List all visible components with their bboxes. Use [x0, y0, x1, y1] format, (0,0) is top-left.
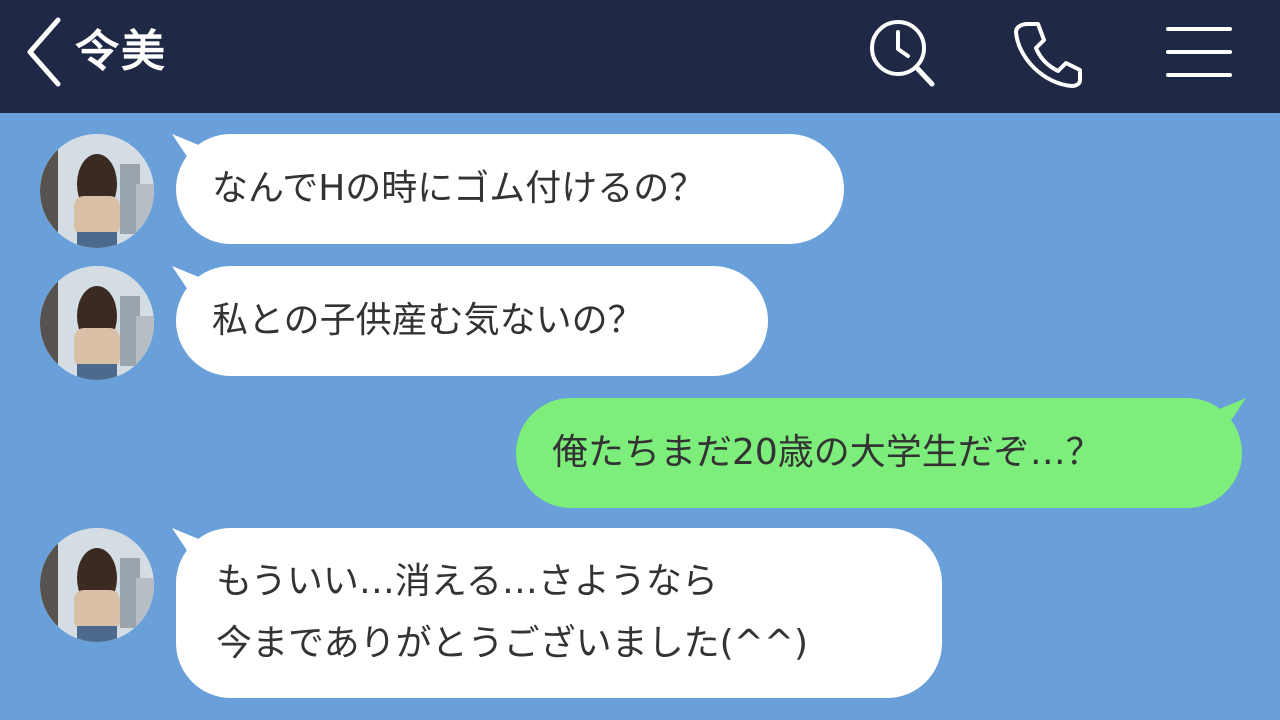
chat-header: 令美 — [0, 0, 1280, 113]
message-bubble-outgoing[interactable]: 俺たちまだ20歳の大学生だぞ…？ — [516, 398, 1246, 508]
contact-avatar[interactable] — [40, 134, 154, 248]
contact-avatar[interactable] — [40, 266, 154, 380]
message-bubble[interactable]: 私との子供産む気ないの？ — [172, 266, 768, 376]
search-history-button[interactable] — [862, 16, 942, 92]
menu-icon — [1166, 27, 1232, 77]
search-history-icon — [870, 20, 935, 87]
message-text: なんでHの時にゴム付けるの？ — [212, 168, 706, 209]
contact-avatar[interactable] — [40, 528, 154, 642]
contact-name: 令美 — [75, 26, 167, 77]
back-button[interactable] — [22, 14, 72, 90]
message-bubble[interactable]: もういい…消える…さようなら 今までありがとうございました(^^) — [172, 528, 942, 698]
message-bubble[interactable]: なんでHの時にゴム付けるの？ — [172, 134, 844, 244]
menu-button[interactable] — [1160, 20, 1236, 84]
message-text-line: 今までありがとうございました(^^) — [216, 623, 809, 664]
chevron-left-icon — [27, 17, 61, 87]
phone-icon — [1014, 22, 1082, 88]
call-button[interactable] — [1006, 16, 1086, 92]
message-text: 私との子供産む気ないの？ — [212, 300, 644, 341]
message-text-line: もういい…消える…さようなら — [216, 561, 718, 602]
message-text: 俺たちまだ20歳の大学生だぞ…？ — [552, 432, 1102, 473]
